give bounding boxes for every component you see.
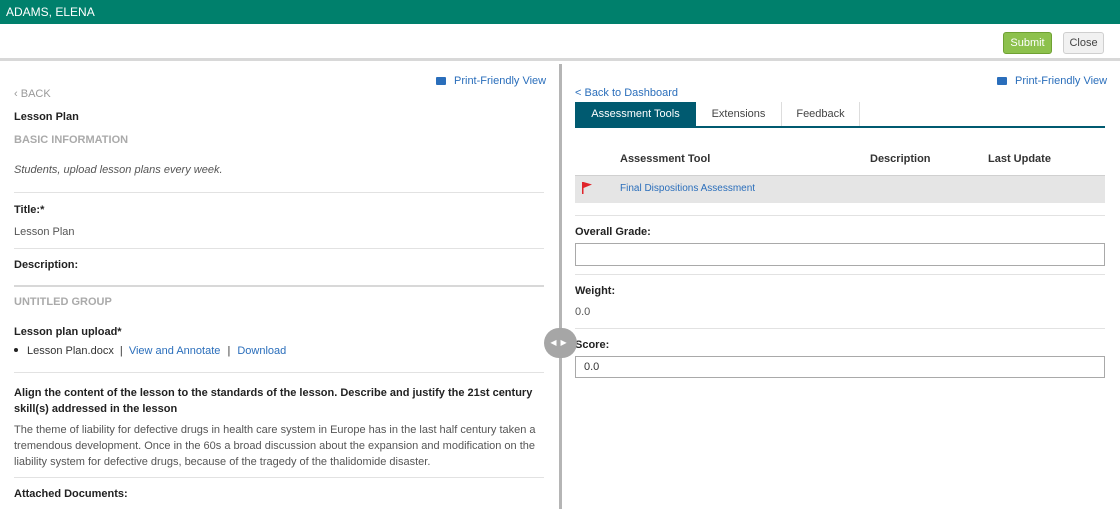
overall-grade-label: Overall Grade: [575,226,651,238]
assessment-tool-link[interactable]: Final Dispositions Assessment [620,183,755,194]
right-pane: Print-Friendly View < Back to Dashboard … [562,64,1120,509]
tab-feedback[interactable]: Feedback [782,102,860,126]
divider [14,477,544,478]
score-label: Score: [575,339,610,351]
group-heading: UNTITLED GROUP [14,296,112,308]
tab-bar: Assessment Tools Extensions Feedback [575,102,1105,128]
download-link[interactable]: Download [237,345,286,357]
user-header: ADAMS, ELENA [0,0,1120,24]
divider [14,192,544,193]
print-friendly-link-right[interactable]: Print-Friendly View [997,75,1107,87]
print-friendly-label: Print-Friendly View [1015,75,1108,87]
weight-value: 0.0 [575,306,591,318]
action-bar: Submit Close [0,24,1120,61]
divider [14,372,544,373]
tab-extensions[interactable]: Extensions [696,102,782,126]
overall-grade-input[interactable] [575,243,1105,266]
submit-button[interactable]: Submit [1003,32,1052,54]
group-divider [14,285,544,287]
left-pane: Print-Friendly View ‹ BACK Lesson Plan B… [0,64,559,509]
divider [575,215,1105,216]
tab-assessment-tools[interactable]: Assessment Tools [575,102,696,126]
title-value: Lesson Plan [14,226,75,238]
score-input[interactable]: 0.0 [575,356,1105,378]
title-label: Title:* [14,204,45,216]
print-friendly-label: Print-Friendly View [454,75,547,87]
printer-icon [436,77,446,85]
divider [14,248,544,249]
table-row: Final Dispositions Assessment [575,175,1105,203]
resize-handle-icon[interactable]: ◀▶ [544,328,577,358]
response-text-line-1: The theme of liability for defective dru… [14,424,536,436]
instructions-text: Students, upload lesson plans every week… [14,164,223,176]
divider [575,328,1105,329]
separator: | [227,345,231,357]
upload-label: Lesson plan upload* [14,326,122,338]
printer-icon [997,77,1007,85]
response-prompt: Align the content of the lesson to the s… [14,387,533,415]
column-header-tool: Assessment Tool [620,153,711,165]
column-header-last-update: Last Update [988,153,1051,165]
back-label: BACK [20,88,51,100]
response-text-line-2: tremendous development. Once in the 60s … [14,440,536,452]
chevron-left-icon: ‹ [14,88,18,100]
response-text-line-3: liability system for defective drugs, be… [14,456,431,468]
bullet [14,348,18,352]
flag-icon [582,182,592,194]
file-name: Lesson Plan.docx [27,345,114,357]
document-title: Lesson Plan [14,111,79,123]
back-to-dashboard-link[interactable]: < Back to Dashboard [575,87,678,99]
upload-file-item: Lesson Plan.docx | View and Annotate | D… [14,345,286,357]
description-label: Description: [14,259,79,271]
weight-label: Weight: [575,285,616,297]
view-annotate-link[interactable]: View and Annotate [129,345,221,357]
print-friendly-link-left[interactable]: Print-Friendly View [436,75,546,87]
basic-info-heading: BASIC INFORMATION [14,134,129,146]
close-button[interactable]: Close [1063,32,1104,54]
user-name: ADAMS, ELENA [6,5,95,19]
back-link[interactable]: ‹ BACK [14,88,51,100]
divider [575,274,1105,275]
attached-documents-label: Attached Documents: [14,488,128,500]
separator: | [119,345,123,357]
column-header-description: Description [870,153,931,165]
